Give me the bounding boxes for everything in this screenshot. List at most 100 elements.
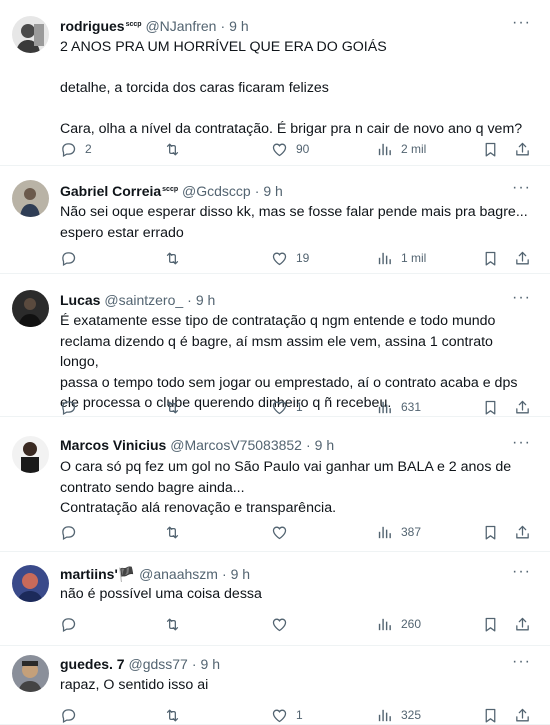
- retweet-icon: [164, 707, 181, 724]
- retweet-icon: [164, 616, 181, 633]
- share-button[interactable]: [514, 522, 531, 542]
- reply-button[interactable]: [60, 705, 77, 725]
- tweet-text-line: 2 ANOS PRA UM HORRÍVEL QUE ERA DO GOIÁS: [60, 39, 387, 55]
- more-icon[interactable]: ···: [512, 290, 532, 306]
- more-icon[interactable]: ···: [512, 564, 532, 580]
- author-handle[interactable]: @MarcosV75083852: [170, 437, 302, 453]
- avatar[interactable]: [12, 565, 49, 602]
- author-name[interactable]: Lucas: [60, 292, 100, 308]
- reply-tweet[interactable]: martiins'🏴 @anaahszm · 9 h ··· não é possíve…: [0, 552, 550, 646]
- reply-button[interactable]: 2: [60, 139, 92, 159]
- reply-tweet[interactable]: Lucas @saintzero_ · 9 h ··· É exatamente ess…: [0, 274, 550, 417]
- tweet-header: Gabriel Correiasccp @Gcdsccp · 9 h: [60, 181, 283, 200]
- reply-icon: [60, 250, 77, 267]
- reply-button[interactable]: [60, 397, 77, 417]
- share-button[interactable]: [514, 614, 531, 634]
- author-name[interactable]: Marcos Vinicius: [60, 437, 166, 453]
- tweet-text-line: Não sei oque esperar disso kk, mas se fo…: [60, 204, 528, 220]
- timestamp[interactable]: 9 h: [315, 437, 334, 453]
- views-button[interactable]: 631: [376, 397, 421, 417]
- views-button-count: 1 mil: [401, 251, 427, 265]
- retweet-button[interactable]: [164, 139, 181, 159]
- reply-tweet[interactable]: guedes. 7 @gdss77 · 9 h ··· rapaz, O sentido…: [0, 646, 550, 725]
- author-handle[interactable]: @NJanfren: [145, 18, 216, 34]
- views-button[interactable]: 2 mil: [376, 139, 426, 159]
- like-button[interactable]: 19: [271, 248, 309, 268]
- bookmark-button[interactable]: [482, 248, 499, 268]
- author-name[interactable]: guedes. 7: [60, 656, 125, 672]
- reply-tweet[interactable]: Gabriel Correiasccp @Gcdsccp · 9 h ··· Não s…: [0, 166, 550, 274]
- author-handle[interactable]: @anaahszm: [139, 566, 218, 582]
- retweet-icon: [164, 524, 181, 541]
- reply-tweet[interactable]: rodriguessccp @NJanfren · 9 h ··· 2 ANOS PRA…: [0, 0, 550, 166]
- retweet-button[interactable]: [164, 522, 181, 542]
- share-button[interactable]: [514, 397, 531, 417]
- author-name[interactable]: Gabriel Correia: [60, 183, 161, 199]
- share-button[interactable]: [514, 705, 531, 725]
- like-button[interactable]: [271, 522, 288, 542]
- author-handle[interactable]: @gdss77: [128, 656, 187, 672]
- author-name[interactable]: martiins': [60, 566, 118, 582]
- share-button[interactable]: [514, 139, 531, 159]
- more-icon[interactable]: ···: [512, 180, 532, 196]
- views-icon: [376, 399, 393, 416]
- share-button[interactable]: [514, 248, 531, 268]
- reply-button[interactable]: [60, 522, 77, 542]
- tweet-header: martiins'🏴 @anaahszm · 9 h: [60, 565, 250, 583]
- bookmark-button[interactable]: [482, 614, 499, 634]
- tweet-header: Marcos Vinicius @MarcosV75083852 · 9 h: [60, 436, 334, 454]
- share-icon: [514, 399, 531, 416]
- like-button[interactable]: 90: [271, 139, 309, 159]
- separator-dot: ·: [191, 656, 197, 672]
- avatar[interactable]: [12, 655, 49, 692]
- bookmark-button[interactable]: [482, 522, 499, 542]
- views-button[interactable]: 325: [376, 705, 421, 725]
- reply-button[interactable]: [60, 614, 77, 634]
- action-bar: 260: [60, 614, 540, 634]
- action-bar: 387: [60, 522, 540, 542]
- like-button-count: 1: [296, 708, 303, 722]
- author-name[interactable]: rodrigues: [60, 18, 125, 34]
- like-button[interactable]: [271, 614, 288, 634]
- views-button-count: 631: [401, 400, 422, 414]
- reply-button[interactable]: [60, 248, 77, 268]
- bookmark-icon: [482, 399, 499, 416]
- views-icon: [376, 141, 393, 158]
- tweet-text-line: É exatamente esse tipo de contratação q …: [60, 313, 496, 329]
- views-icon: [376, 250, 393, 267]
- bookmark-button[interactable]: [482, 705, 499, 725]
- retweet-button[interactable]: [164, 614, 181, 634]
- share-icon: [514, 707, 531, 724]
- retweet-button[interactable]: [164, 705, 181, 725]
- timestamp[interactable]: 9 h: [201, 656, 220, 672]
- views-button[interactable]: 260: [376, 614, 421, 634]
- timestamp[interactable]: 9 h: [231, 566, 250, 582]
- bookmark-button[interactable]: [482, 139, 499, 159]
- reply-icon: [60, 707, 77, 724]
- avatar[interactable]: [12, 16, 49, 53]
- timestamp[interactable]: 9 h: [263, 183, 282, 199]
- author-handle[interactable]: @Gcdsccp: [182, 183, 251, 199]
- tweet-text-line: O cara só pq fez um gol no São Paulo vai…: [60, 459, 512, 475]
- retweet-button[interactable]: [164, 397, 181, 417]
- views-icon: [376, 707, 393, 724]
- like-icon: [271, 707, 288, 724]
- views-button[interactable]: 387: [376, 522, 421, 542]
- timestamp[interactable]: 9 h: [196, 292, 215, 308]
- more-icon[interactable]: ···: [512, 654, 532, 670]
- like-button[interactable]: 1: [271, 705, 303, 725]
- avatar[interactable]: [12, 290, 49, 327]
- views-button[interactable]: 1 mil: [376, 248, 426, 268]
- timestamp[interactable]: 9 h: [229, 18, 248, 34]
- more-icon[interactable]: ···: [512, 435, 532, 451]
- share-icon: [514, 250, 531, 267]
- reply-tweet[interactable]: Marcos Vinicius @MarcosV75083852 · 9 h ··· O…: [0, 417, 550, 552]
- like-button[interactable]: 1: [271, 397, 303, 417]
- avatar[interactable]: [12, 180, 49, 217]
- retweet-button[interactable]: [164, 248, 181, 268]
- avatar[interactable]: [12, 436, 49, 473]
- bookmark-button[interactable]: [482, 397, 499, 417]
- views-button-count: 2 mil: [401, 142, 427, 156]
- author-handle[interactable]: @saintzero_: [104, 292, 183, 308]
- more-icon[interactable]: ···: [512, 15, 532, 31]
